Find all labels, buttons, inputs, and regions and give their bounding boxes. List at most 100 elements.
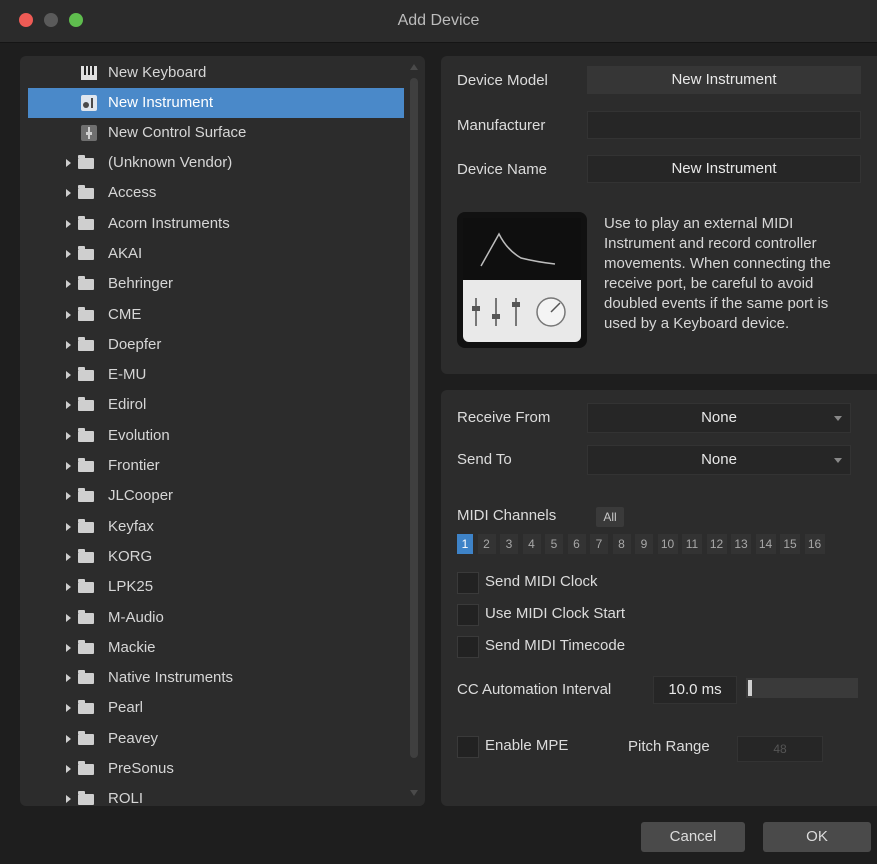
folder-icon [78, 488, 94, 503]
disclosure-triangle-icon[interactable] [66, 704, 71, 713]
midi-channel-1-button[interactable]: 1 [457, 534, 473, 554]
receive-from-dropdown[interactable]: None [587, 403, 851, 433]
tree-item-vendor-folder[interactable]: Pearl [28, 693, 405, 723]
disclosure-triangle-icon[interactable] [66, 795, 71, 804]
midi-channel-7-button[interactable]: 7 [590, 534, 608, 554]
scroll-down-arrow-icon[interactable] [410, 790, 418, 796]
enable-mpe-checkbox[interactable] [457, 736, 479, 758]
disclosure-triangle-icon[interactable] [66, 613, 71, 622]
pitch-range-field[interactable]: 48 [737, 736, 823, 762]
tree-item-vendor-folder[interactable]: AKAI [28, 239, 405, 269]
tree-item-vendor-folder[interactable]: ROLI [28, 784, 405, 806]
manufacturer-field[interactable] [587, 111, 861, 139]
tree-item-vendor-folder[interactable]: Access [28, 178, 405, 208]
device-list-scrollbar[interactable] [404, 56, 424, 806]
midi-channel-4-button[interactable]: 4 [522, 534, 541, 554]
tree-item-new-control-surface[interactable]: New Control Surface [28, 118, 405, 148]
use-midi-clock-start-checkbox[interactable] [457, 604, 479, 626]
disclosure-triangle-icon[interactable] [66, 643, 71, 652]
tree-item-label: M-Audio [108, 608, 164, 626]
tree-item-vendor-folder[interactable]: CME [28, 300, 405, 330]
device-model-field[interactable]: New Instrument [587, 66, 861, 94]
midi-channel-12-button[interactable]: 12 [706, 534, 727, 554]
all-channels-button[interactable]: All [596, 507, 624, 527]
scroll-up-arrow-icon[interactable] [410, 64, 418, 70]
midi-channel-5-button[interactable]: 5 [545, 534, 563, 554]
disclosure-triangle-icon[interactable] [66, 431, 71, 440]
cc-automation-interval-field[interactable]: 10.0 ms [653, 676, 737, 704]
tree-item-vendor-folder[interactable]: Peavey [28, 724, 405, 754]
send-to-dropdown[interactable]: None [587, 445, 851, 475]
midi-channel-8-button[interactable]: 8 [612, 534, 631, 554]
tree-item-vendor-folder[interactable]: Mackie [28, 633, 405, 663]
cc-automation-interval-slider[interactable] [746, 678, 858, 698]
midi-channel-10-button[interactable]: 10 [657, 534, 678, 554]
tree-item-vendor-folder[interactable]: Frontier [28, 451, 405, 481]
midi-channel-2-button[interactable]: 2 [477, 534, 496, 554]
disclosure-triangle-icon[interactable] [66, 219, 71, 228]
midi-channel-11-button[interactable]: 11 [682, 534, 702, 554]
scrollbar-thumb[interactable] [410, 78, 418, 758]
tree-item-label: (Unknown Vendor) [108, 154, 233, 171]
tree-item-vendor-folder[interactable]: Behringer [28, 269, 405, 299]
tree-item-vendor-folder[interactable]: M-Audio [28, 603, 405, 633]
tree-item-label: Frontier [108, 457, 160, 474]
disclosure-triangle-icon[interactable] [66, 159, 71, 167]
cancel-button[interactable]: Cancel [641, 822, 745, 852]
tree-item-vendor-folder[interactable]: Native Instruments [28, 663, 405, 693]
folder-icon [78, 215, 94, 230]
midi-channel-16-button[interactable]: 16 [804, 534, 825, 554]
tree-item-label: Peavey [108, 729, 159, 747]
disclosure-triangle-icon[interactable] [66, 401, 71, 410]
folder-icon [78, 700, 94, 715]
tree-item-vendor-folder[interactable]: (Unknown Vendor) [28, 148, 405, 178]
folder-icon [78, 579, 94, 594]
tree-item-label: Access [108, 184, 157, 202]
disclosure-triangle-icon[interactable] [66, 583, 71, 592]
disclosure-triangle-icon[interactable] [66, 492, 71, 501]
midi-channel-13-button[interactable]: 13 [731, 534, 751, 554]
tree-item-vendor-folder[interactable]: LPK25 [28, 572, 405, 602]
tree-item-vendor-folder[interactable]: Doepfer [28, 330, 405, 360]
tree-item-vendor-folder[interactable]: JLCooper [28, 481, 405, 511]
device-list-panel: New Keyboard New Instrument New Control … [20, 56, 425, 806]
tree-item-new-instrument[interactable]: New Instrument [28, 88, 405, 118]
folder-icon [78, 518, 94, 533]
tree-item-vendor-folder[interactable]: Edirol [28, 390, 405, 420]
tree-item-new-keyboard[interactable]: New Keyboard [28, 58, 405, 88]
midi-channel-15-button[interactable]: 15 [780, 534, 800, 554]
ok-button[interactable]: OK [763, 822, 871, 852]
send-midi-timecode-checkbox[interactable] [457, 636, 479, 658]
tree-item-vendor-folder[interactable]: Keyfax [28, 512, 405, 542]
disclosure-triangle-icon[interactable] [66, 522, 71, 531]
midi-channel-14-button[interactable]: 14 [755, 534, 776, 554]
folder-icon [78, 367, 94, 382]
disclosure-triangle-icon[interactable] [66, 674, 71, 683]
device-name-field[interactable]: New Instrument [587, 155, 861, 183]
disclosure-triangle-icon[interactable] [66, 765, 71, 773]
send-midi-clock-checkbox[interactable] [457, 572, 479, 594]
tree-item-vendor-folder[interactable]: KORG [28, 542, 405, 572]
disclosure-triangle-icon[interactable] [66, 189, 71, 198]
tree-item-vendor-folder[interactable]: Acorn Instruments [28, 209, 405, 239]
tree-item-label: New Control Surface [108, 124, 247, 141]
midi-channel-3-button[interactable]: 3 [500, 534, 518, 554]
midi-channel-6-button[interactable]: 6 [567, 534, 586, 554]
tree-item-vendor-folder[interactable]: E-MU [28, 360, 405, 390]
slider-thumb[interactable] [748, 680, 752, 696]
disclosure-triangle-icon[interactable] [66, 462, 71, 470]
tree-item-label: Native Instruments [108, 669, 234, 687]
disclosure-triangle-icon[interactable] [66, 280, 71, 289]
disclosure-triangle-icon[interactable] [66, 249, 71, 258]
tree-item-vendor-folder[interactable]: Evolution [28, 421, 405, 451]
disclosure-triangle-icon[interactable] [66, 552, 71, 561]
envelope-curve-icon [480, 232, 556, 267]
disclosure-triangle-icon[interactable] [66, 734, 71, 743]
folder-icon [78, 761, 94, 775]
midi-channel-9-button[interactable]: 9 [635, 534, 653, 554]
tree-item-vendor-folder[interactable]: PreSonus [28, 754, 405, 784]
disclosure-triangle-icon[interactable] [66, 340, 71, 349]
manufacturer-label: Manufacturer [457, 117, 546, 134]
disclosure-triangle-icon[interactable] [66, 310, 71, 319]
disclosure-triangle-icon[interactable] [66, 371, 71, 380]
